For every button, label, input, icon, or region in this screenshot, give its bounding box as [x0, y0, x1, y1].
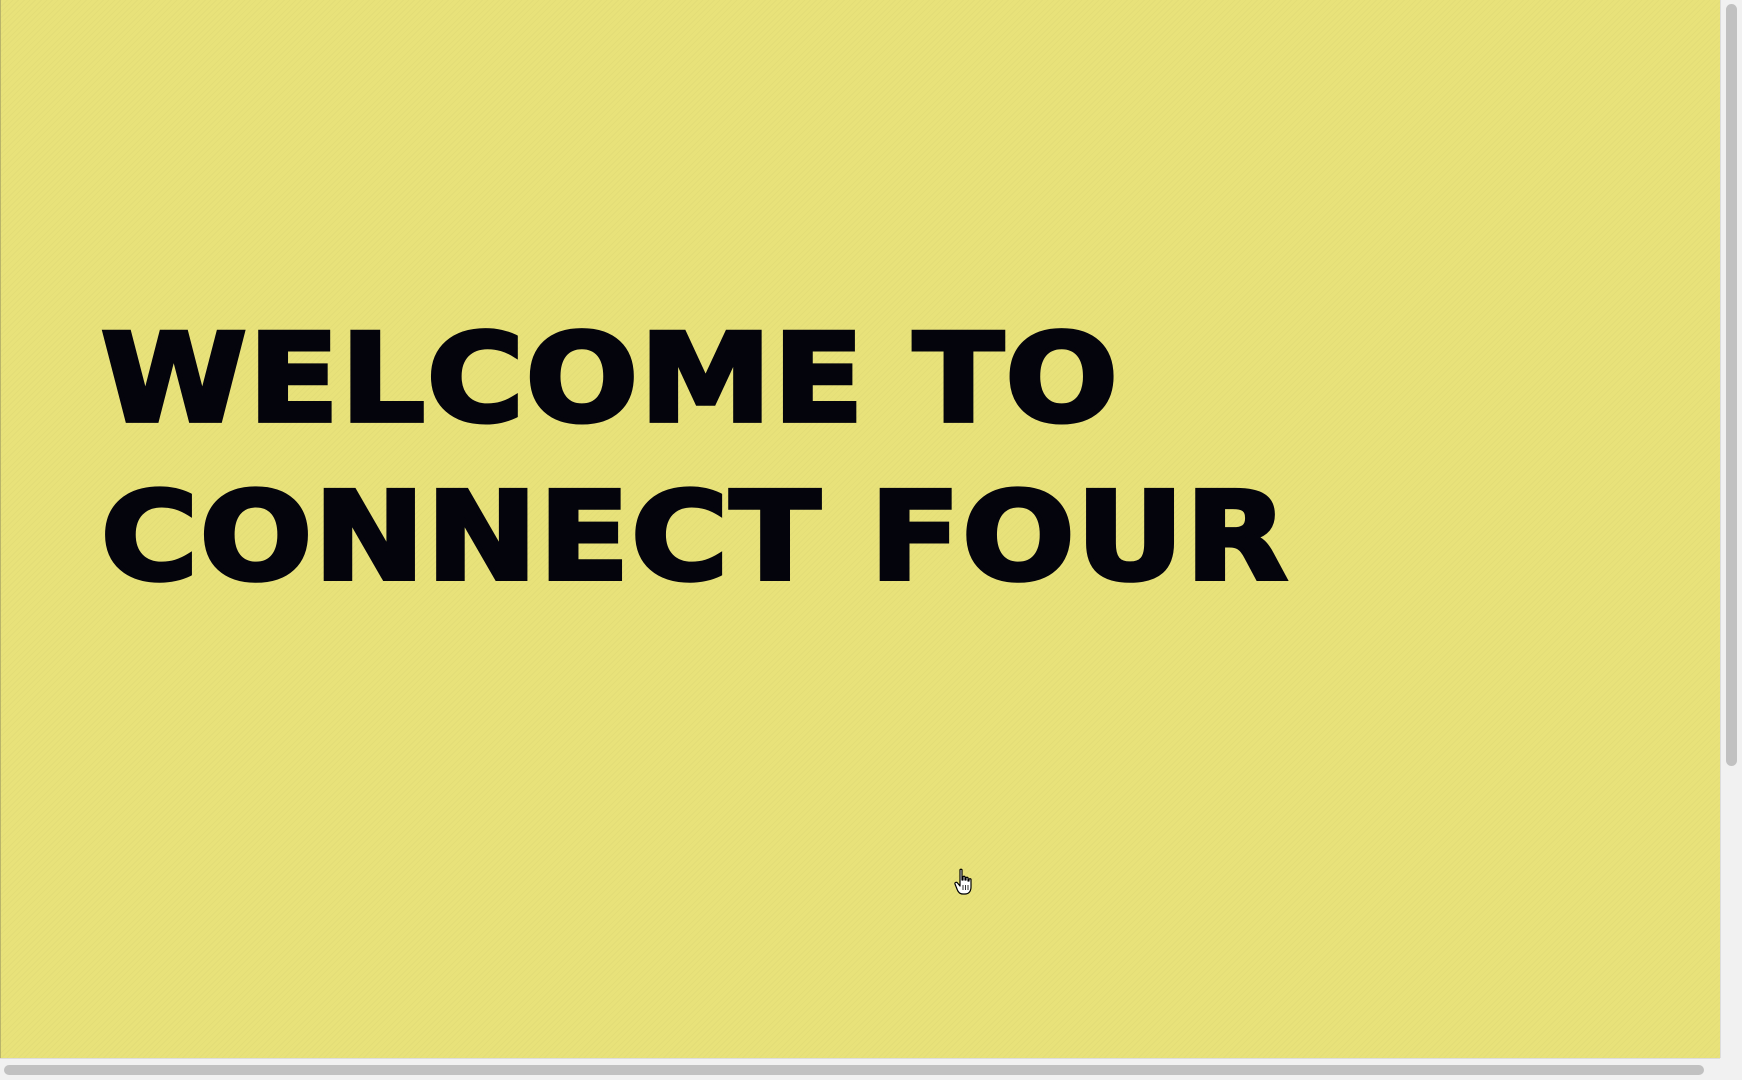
page-viewport: WELCOME TO CONNECT FOUR	[0, 0, 1720, 1058]
welcome-title-line-2: CONNECT FOUR	[98, 464, 1290, 610]
horizontal-scrollbar[interactable]	[0, 1058, 1720, 1080]
welcome-title: WELCOME TO CONNECT FOUR	[98, 300, 1290, 616]
scrollbar-corner	[1720, 1058, 1742, 1080]
horizontal-scrollbar-thumb[interactable]	[4, 1065, 1704, 1075]
vertical-scrollbar-thumb[interactable]	[1726, 4, 1737, 766]
welcome-title-line-1: WELCOME TO	[98, 306, 1120, 452]
hand-pointer-icon	[954, 868, 972, 895]
vertical-scrollbar[interactable]	[1720, 0, 1742, 1058]
